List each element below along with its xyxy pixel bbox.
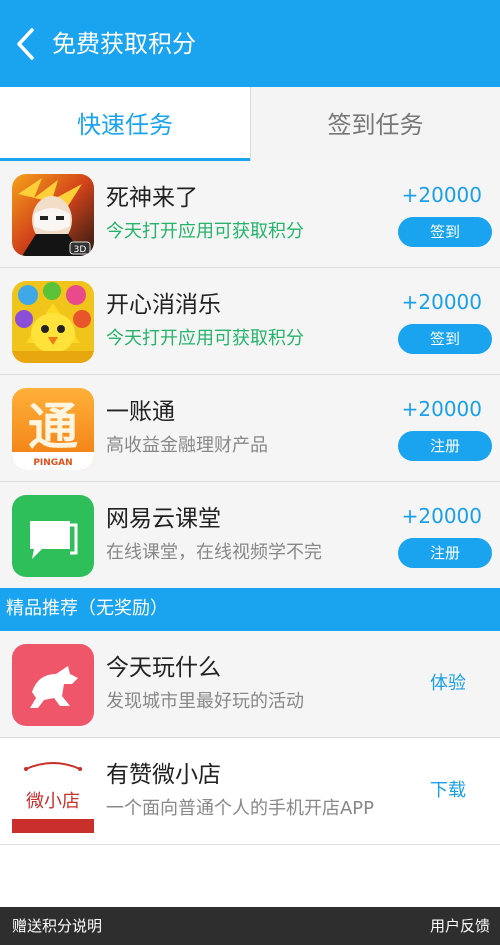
svg-text:微小店: 微小店 — [26, 791, 80, 812]
recommend-name: 有赞微小店 — [106, 762, 221, 788]
svg-text:通: 通 — [28, 398, 78, 456]
horse-app-icon[interactable] — [12, 644, 94, 726]
task-row[interactable]: 开心消消乐 今天打开应用可获取积分 +20000 签到 — [0, 268, 500, 375]
recommend-section-header: 精品推荐（无奖励） — [0, 588, 500, 631]
task-row[interactable]: 通 PINGAN 一账通 高收益金融理财产品 +20000 注册 — [0, 375, 500, 482]
feedback-link[interactable]: 用户反馈 — [430, 915, 490, 937]
checkin-button[interactable]: 签到 — [398, 324, 492, 354]
pingan-app-icon[interactable]: 通 PINGAN — [12, 388, 94, 470]
recommend-name: 今天玩什么 — [106, 655, 221, 681]
task-name: 死神来了 — [106, 185, 198, 211]
checkin-button[interactable]: 签到 — [398, 217, 492, 247]
svg-text:3D: 3D — [74, 245, 87, 255]
tab-bar: 快速任务 签到任务 — [0, 87, 500, 161]
back-button[interactable] — [8, 24, 44, 64]
task-points: +20000 — [401, 183, 482, 207]
task-points: +20000 — [401, 397, 482, 421]
footer-bar: 赠送积分说明 用户反馈 — [0, 907, 500, 945]
section-title: 精品推荐（无奖励） — [6, 598, 168, 619]
tab-checkin-tasks[interactable]: 签到任务 — [250, 87, 500, 161]
task-name: 一账通 — [106, 399, 175, 425]
page-title: 免费获取积分 — [52, 30, 196, 58]
chevron-left-icon — [17, 28, 34, 60]
task-name: 开心消消乐 — [106, 292, 221, 318]
svg-text:PINGAN: PINGAN — [33, 458, 72, 468]
weixiaodian-app-icon[interactable]: 微小店 — [12, 751, 94, 833]
recommend-row[interactable]: 微小店 有赞微小店 一个面向普通个人的手机开店APP 下载 — [0, 738, 500, 845]
task-desc: 今天打开应用可获取积分 — [106, 221, 304, 242]
happy-match-game-icon[interactable] — [12, 281, 94, 363]
task-desc: 今天打开应用可获取积分 — [106, 328, 304, 349]
recommend-desc: 一个面向普通个人的手机开店APP — [106, 798, 375, 819]
task-desc: 高收益金融理财产品 — [106, 435, 268, 456]
bleach-game-icon[interactable]: 3D — [12, 174, 94, 256]
task-row[interactable]: 3D 死神来了 今天打开应用可获取积分 +20000 签到 — [0, 161, 500, 268]
try-button[interactable]: 体验 — [430, 671, 466, 697]
task-name: 网易云课堂 — [106, 506, 221, 532]
task-points: +20000 — [401, 504, 482, 528]
download-button[interactable]: 下载 — [430, 778, 466, 804]
register-button[interactable]: 注册 — [398, 431, 492, 461]
top-bar: 免费获取积分 — [0, 0, 500, 87]
netease-study-icon[interactable] — [12, 495, 94, 577]
recommend-row[interactable]: 今天玩什么 发现城市里最好玩的活动 体验 — [0, 631, 500, 738]
register-button[interactable]: 注册 — [398, 538, 492, 568]
recommend-desc: 发现城市里最好玩的活动 — [106, 691, 304, 712]
task-row[interactable]: 网易云课堂 在线课堂，在线视频学不完 +20000 注册 — [0, 482, 500, 589]
tab-quick-tasks[interactable]: 快速任务 — [0, 87, 250, 161]
points-info-link[interactable]: 赠送积分说明 — [12, 915, 102, 937]
task-points: +20000 — [401, 290, 482, 314]
task-desc: 在线课堂，在线视频学不完 — [106, 542, 322, 563]
